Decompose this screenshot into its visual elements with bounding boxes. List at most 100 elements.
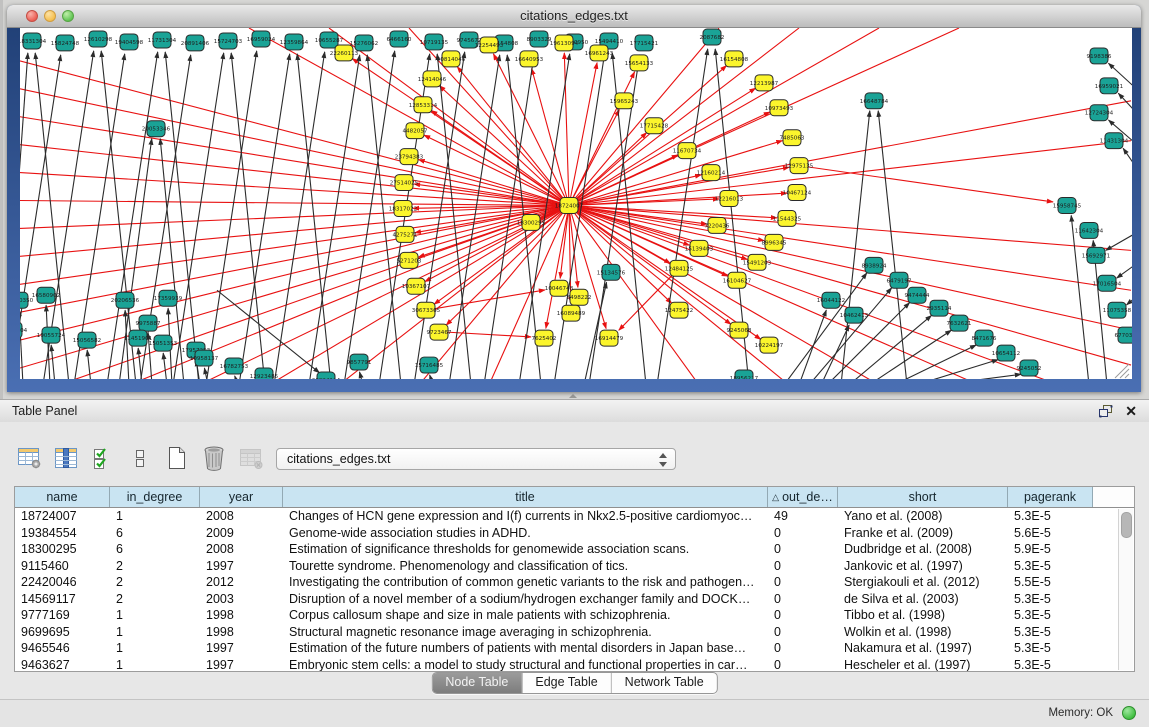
table-cell[interactable]: 0 [768, 657, 838, 673]
table-cell[interactable]: Tibbo et al. (1998) [838, 607, 1008, 624]
table-cell[interactable]: 6 [110, 541, 200, 558]
table-cell[interactable]: 1997 [200, 640, 283, 657]
table-cell[interactable]: 0 [768, 624, 838, 641]
table-cell[interactable]: 1997 [200, 657, 283, 673]
table-cell[interactable]: Disruption of a novel member of a sodium… [283, 591, 768, 608]
table-cell[interactable]: 0 [768, 558, 838, 575]
table-cell[interactable]: Structural magnetic resonance image aver… [283, 624, 768, 641]
tab-network-table[interactable]: Network Table [611, 673, 717, 693]
tab-node-table[interactable]: Node Table [432, 673, 521, 693]
table-cell[interactable]: 5.3E-5 [1008, 624, 1093, 641]
table-row[interactable]: 2242004622012Investigating the contribut… [15, 574, 1134, 591]
table-cell[interactable]: Embryonic stem cells: a model to study s… [283, 657, 768, 673]
table-cell[interactable]: 9465546 [15, 640, 110, 657]
scrollbar-thumb[interactable] [1121, 512, 1132, 538]
close-window-button[interactable] [26, 10, 38, 22]
table-cell[interactable]: 1998 [200, 607, 283, 624]
table-cell[interactable]: 1997 [200, 558, 283, 575]
minimize-window-button[interactable] [44, 10, 56, 22]
table-cell[interactable]: Franke et al. (2009) [838, 525, 1008, 542]
table-cell[interactable]: Tourette syndrome. Phenomenology and cla… [283, 558, 768, 575]
table-cell[interactable]: 0 [768, 607, 838, 624]
panel-splitter-handle[interactable] [566, 393, 582, 398]
table-cell[interactable]: 5.3E-5 [1008, 607, 1093, 624]
table-row[interactable]: 946554611997Estimation of the future num… [15, 640, 1134, 657]
table-row[interactable]: 911546021997Tourette syndrome. Phenomeno… [15, 558, 1134, 575]
column-header-out_de[interactable]: △out_de… [768, 487, 838, 507]
table-cell[interactable]: Corpus callosum shape and size in male p… [283, 607, 768, 624]
table-cell[interactable]: Investigating the contribution of common… [283, 574, 768, 591]
table-cell[interactable]: 9463627 [15, 657, 110, 673]
table-cell[interactable]: 0 [768, 640, 838, 657]
table-cell[interactable]: Wolkin et al. (1998) [838, 624, 1008, 641]
memory-status-indicator[interactable] [1122, 706, 1136, 720]
table-cell[interactable]: Stergiakouli et al. (2012) [838, 574, 1008, 591]
table-cell[interactable]: Estimation of significance thresholds fo… [283, 541, 768, 558]
table-cell[interactable]: 6 [110, 525, 200, 542]
show-columns-button[interactable] [53, 444, 79, 472]
table-cell[interactable]: 2009 [200, 525, 283, 542]
table-cell[interactable]: Yano et al. (2008) [838, 508, 1008, 525]
table-cell[interactable]: 5.3E-5 [1008, 657, 1093, 673]
table-row[interactable]: 969969511998Structural magnetic resonanc… [15, 624, 1134, 641]
table-cell[interactable]: 1998 [200, 624, 283, 641]
table-cell[interactable]: 5.3E-5 [1008, 508, 1093, 525]
row-options-button[interactable] [127, 444, 153, 472]
table-cell[interactable]: Dudbridge et al. (2008) [838, 541, 1008, 558]
table-cell[interactable]: 22420046 [15, 574, 110, 591]
table-cell[interactable]: 18300295 [15, 541, 110, 558]
column-header-name[interactable]: name [15, 487, 110, 507]
table-cell[interactable]: 9777169 [15, 607, 110, 624]
table-cell[interactable]: 0 [768, 541, 838, 558]
column-header-pagerank[interactable]: pagerank [1008, 487, 1093, 507]
column-header-in_degree[interactable]: in_degree [110, 487, 200, 507]
table-cell[interactable]: 9115460 [15, 558, 110, 575]
table-row[interactable]: 977716911998Corpus callosum shape and si… [15, 607, 1134, 624]
network-canvas[interactable]: 1833130415824748126102981940459811731304… [20, 28, 1132, 379]
table-row[interactable]: 1456911722003Disruption of a novel membe… [15, 591, 1134, 608]
citation-graph[interactable]: 1833130415824748126102981940459811731304… [20, 28, 1132, 379]
close-panel-icon[interactable]: ✕ [1125, 403, 1137, 419]
new-table-button[interactable] [164, 444, 190, 472]
select-columns-button[interactable] [90, 444, 116, 472]
table-cell[interactable]: 2012 [200, 574, 283, 591]
zoom-window-button[interactable] [62, 10, 74, 22]
table-cell[interactable]: 1 [110, 657, 200, 673]
table-cell[interactable]: 49 [768, 508, 838, 525]
table-cell[interactable]: 1 [110, 508, 200, 525]
table-cell[interactable]: 1 [110, 640, 200, 657]
table-cell[interactable]: 14569117 [15, 591, 110, 608]
table-cell[interactable]: Hescheler et al. (1997) [838, 657, 1008, 673]
table-row[interactable]: 946362711997Embryonic stem cells: a mode… [15, 657, 1134, 673]
tab-edge-table[interactable]: Edge Table [521, 673, 610, 693]
table-cell[interactable]: 1 [110, 607, 200, 624]
table-cell[interactable]: Changes of HCN gene expression and I(f) … [283, 508, 768, 525]
table-row[interactable]: 1938455462009Genome-wide association stu… [15, 525, 1134, 542]
table-row[interactable]: 1830029562008Estimation of significance … [15, 541, 1134, 558]
table-cell[interactable]: 5.9E-5 [1008, 541, 1093, 558]
table-cell[interactable]: 5.6E-5 [1008, 525, 1093, 542]
table-cell[interactable]: 2 [110, 591, 200, 608]
table-cell[interactable]: Jankovic et al. (1997) [838, 558, 1008, 575]
table-cell[interactable]: 5.3E-5 [1008, 640, 1093, 657]
table-settings-button[interactable] [16, 444, 42, 472]
table-cell[interactable]: Nakamura et al. (1997) [838, 640, 1008, 657]
table-source-dropdown[interactable]: citations_edges.txt [276, 448, 676, 470]
column-header-short[interactable]: short [838, 487, 1008, 507]
table-cell[interactable]: 5.3E-5 [1008, 591, 1093, 608]
table-cell[interactable]: 0 [768, 574, 838, 591]
column-header-year[interactable]: year [200, 487, 283, 507]
column-header-title[interactable]: title [283, 487, 768, 507]
float-panel-icon[interactable] [1099, 405, 1113, 418]
table-cell[interactable]: 2003 [200, 591, 283, 608]
table-cell[interactable]: 2 [110, 574, 200, 591]
table-cell[interactable]: 19384554 [15, 525, 110, 542]
table-cell[interactable]: 0 [768, 591, 838, 608]
table-vertical-scrollbar[interactable] [1118, 509, 1133, 670]
table-cell[interactable]: 1 [110, 624, 200, 641]
table-cell[interactable]: 2008 [200, 541, 283, 558]
table-cell[interactable]: 5.5E-5 [1008, 574, 1093, 591]
table-cell[interactable]: 0 [768, 525, 838, 542]
table-cell[interactable]: 9699695 [15, 624, 110, 641]
table-cell[interactable]: de Silva et al. (2003) [838, 591, 1008, 608]
